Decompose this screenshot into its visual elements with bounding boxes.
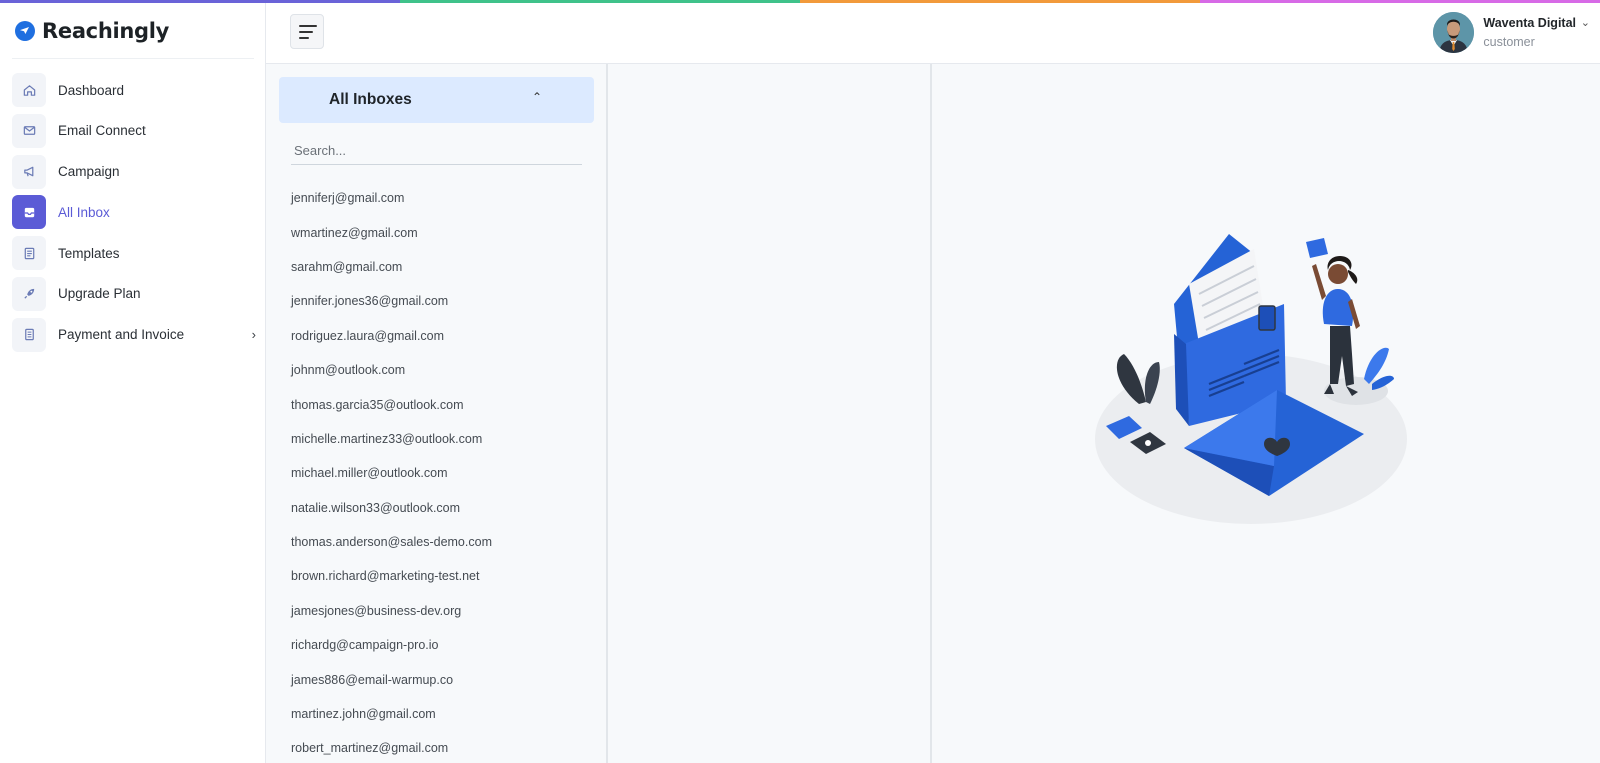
user-menu[interactable]: Waventa Digital customer ⌄	[1433, 11, 1590, 53]
sidebar-item-payment-and-invoice[interactable]: Payment and Invoice ›	[12, 317, 262, 352]
menu-icon	[299, 24, 317, 27]
logo[interactable]: Reachingly	[15, 18, 169, 44]
home-icon	[12, 73, 46, 107]
app-name: Reachingly	[42, 19, 170, 43]
inbox-account-item[interactable]: johnm@outlook.com	[291, 353, 591, 387]
search-input[interactable]	[291, 137, 582, 165]
inbox-account-item[interactable]: natalie.wilson33@outlook.com	[291, 491, 591, 525]
sidebar-item-email-connect[interactable]: Email Connect	[12, 113, 262, 148]
inbox-account-item[interactable]: brown.richard@marketing-test.net	[291, 559, 591, 593]
chevron-down-icon: ⌄	[1580, 17, 1590, 29]
empty-inbox-illustration	[1095, 234, 1407, 524]
sidebar-item-label: Templates	[58, 245, 120, 261]
inbox-account-list: jenniferj@gmail.com wmartinez@gmail.com …	[291, 181, 591, 763]
inbox-account-item[interactable]: rodriguez.laura@gmail.com	[291, 319, 591, 353]
menu-icon-bar	[299, 36, 309, 39]
menu-icon-bar	[299, 30, 313, 33]
inbox-icon	[12, 195, 46, 230]
inbox-account-item[interactable]: michael.miller@outlook.com	[291, 456, 591, 490]
sidebar-nav: Dashboard Email Connect Campaign All Inb…	[12, 73, 262, 359]
user-name: Waventa Digital	[1483, 15, 1576, 30]
sidebar: Reachingly Dashboard Email Connect Campa…	[0, 0, 266, 763]
inbox-list-panel: All Inboxes ⌃ jenniferj@gmail.com wmarti…	[266, 64, 608, 763]
inbox-account-item[interactable]: thomas.anderson@sales-demo.com	[291, 525, 591, 559]
sidebar-item-label: Upgrade Plan	[58, 286, 141, 302]
inbox-account-item[interactable]: jamesjones@business-dev.org	[291, 594, 591, 628]
inbox-account-item[interactable]: james886@email-warmup.co	[291, 662, 591, 696]
rocket-icon	[12, 276, 46, 311]
sidebar-item-label: Campaign	[58, 164, 120, 180]
megaphone-icon	[12, 154, 46, 189]
receipt-icon	[12, 317, 46, 352]
message-list-panel	[610, 64, 932, 763]
message-view-panel	[934, 64, 1600, 763]
inbox-account-item[interactable]: jennifer.jones36@gmail.com	[291, 284, 591, 318]
chevron-right-icon: ›	[251, 327, 256, 343]
inbox-account-item[interactable]: michelle.martinez33@outlook.com	[291, 422, 591, 456]
sidebar-item-label: All Inbox	[58, 204, 110, 220]
inbox-title: All Inboxes	[329, 91, 412, 108]
top-gradient-stripe	[0, 0, 1600, 3]
sidebar-item-campaign[interactable]: Campaign	[12, 154, 262, 189]
inbox-account-item[interactable]: thomas.garcia35@outlook.com	[291, 387, 591, 421]
inbox-account-item[interactable]: wmartinez@gmail.com	[291, 215, 591, 249]
avatar	[1433, 11, 1475, 53]
menu-toggle-button[interactable]	[290, 14, 324, 49]
sidebar-item-upgrade-plan[interactable]: Upgrade Plan	[12, 276, 262, 311]
mail-icon	[12, 113, 46, 148]
sidebar-item-label: Dashboard	[58, 82, 125, 98]
user-role: customer	[1483, 34, 1535, 49]
inbox-account-item[interactable]: richardg@campaign-pro.io	[291, 628, 591, 662]
user-info: Waventa Digital customer	[1483, 16, 1576, 49]
document-icon	[12, 236, 46, 271]
sidebar-item-templates[interactable]: Templates	[12, 236, 262, 271]
paper-plane-icon	[15, 21, 35, 41]
divider	[12, 58, 254, 59]
sidebar-item-label: Payment and Invoice	[58, 327, 185, 343]
inbox-account-item[interactable]: sarahm@gmail.com	[291, 250, 591, 284]
chevron-up-icon: ⌃	[531, 90, 542, 104]
all-inboxes-dropdown[interactable]: All Inboxes ⌃	[279, 77, 594, 123]
sidebar-item-label: Email Connect	[58, 123, 146, 139]
inbox-account-item[interactable]: jenniferj@gmail.com	[291, 181, 591, 215]
sidebar-item-dashboard[interactable]: Dashboard	[12, 73, 262, 107]
inbox-account-item[interactable]: robert_martinez@gmail.com	[291, 731, 591, 763]
sidebar-item-all-inbox[interactable]: All Inbox	[12, 195, 262, 230]
inbox-account-item[interactable]: martinez.john@gmail.com	[291, 697, 591, 731]
top-header: Waventa Digital customer ⌄	[266, 3, 1600, 64]
